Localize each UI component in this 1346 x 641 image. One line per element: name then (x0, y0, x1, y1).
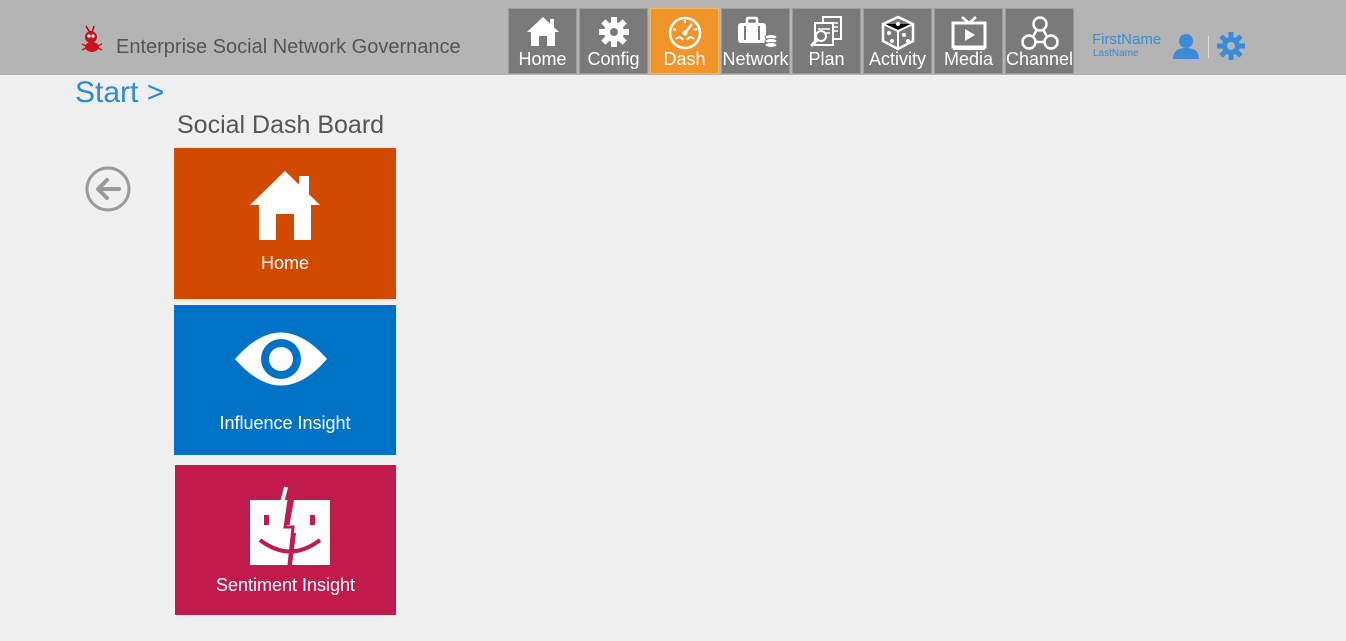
dashboard-gauge-icon (668, 16, 701, 50)
network-nodes-icon (1020, 16, 1059, 50)
person-icon[interactable] (1171, 31, 1201, 61)
finder-face-icon (250, 486, 330, 566)
board-title: Social Dash Board (177, 111, 385, 139)
nav-media-button[interactable]: Media (934, 8, 1003, 74)
nav-channel-label: Channel (1006, 49, 1074, 69)
ant-logo-icon (81, 25, 103, 52)
tile-sentiment-insight[interactable]: Sentiment Insight (175, 465, 396, 615)
circle-arrow-left-icon[interactable] (84, 165, 132, 213)
tile-influence-insight-label: Influence Insight (219, 413, 351, 433)
nav-home-button[interactable]: Home (508, 8, 577, 74)
eye-icon (235, 332, 327, 386)
tile-sentiment-insight-label: Sentiment Insight (215, 575, 356, 595)
tv-play-icon (951, 16, 986, 50)
top-bar: Enterprise Social Network Governance Hom… (0, 0, 1346, 75)
nav-channel-button[interactable]: Channel (1005, 8, 1074, 74)
main-nav: Home Config Dash Network Plan Activity M… (508, 8, 1076, 74)
nav-home-label: Home (518, 49, 567, 69)
documents-search-icon (809, 16, 842, 48)
nav-network-button[interactable]: Network (721, 8, 790, 74)
briefcase-coins-icon (737, 16, 777, 48)
user-divider (1208, 36, 1209, 58)
tile-influence-insight[interactable]: Influence Insight (174, 305, 396, 455)
nav-config-button[interactable]: Config (579, 8, 648, 74)
nav-network-label: Network (722, 49, 789, 69)
nav-activity-label: Activity (868, 49, 926, 69)
nav-dash-button[interactable]: Dash (650, 8, 719, 74)
nav-config-label: Config (587, 49, 640, 69)
nav-dash-label: Dash (663, 49, 706, 69)
nav-media-label: Media (943, 49, 994, 69)
nav-plan-label: Plan (808, 49, 845, 69)
house-icon (526, 17, 559, 46)
user-last-name: LastName (1093, 48, 1139, 59)
breadcrumb-start[interactable]: Start > (75, 76, 164, 110)
user-first-name[interactable]: FirstName (1092, 31, 1161, 48)
app-title: Enterprise Social Network Governance (116, 36, 461, 58)
gear-icon (598, 17, 629, 47)
tile-home[interactable]: Home (174, 148, 396, 299)
nav-plan-button[interactable]: Plan (792, 8, 861, 74)
dice-icon (881, 15, 914, 51)
nav-activity-button[interactable]: Activity (863, 8, 932, 74)
tile-home-label: Home (260, 253, 309, 273)
settings-gear-icon[interactable] (1216, 31, 1246, 61)
house-icon (250, 171, 320, 240)
